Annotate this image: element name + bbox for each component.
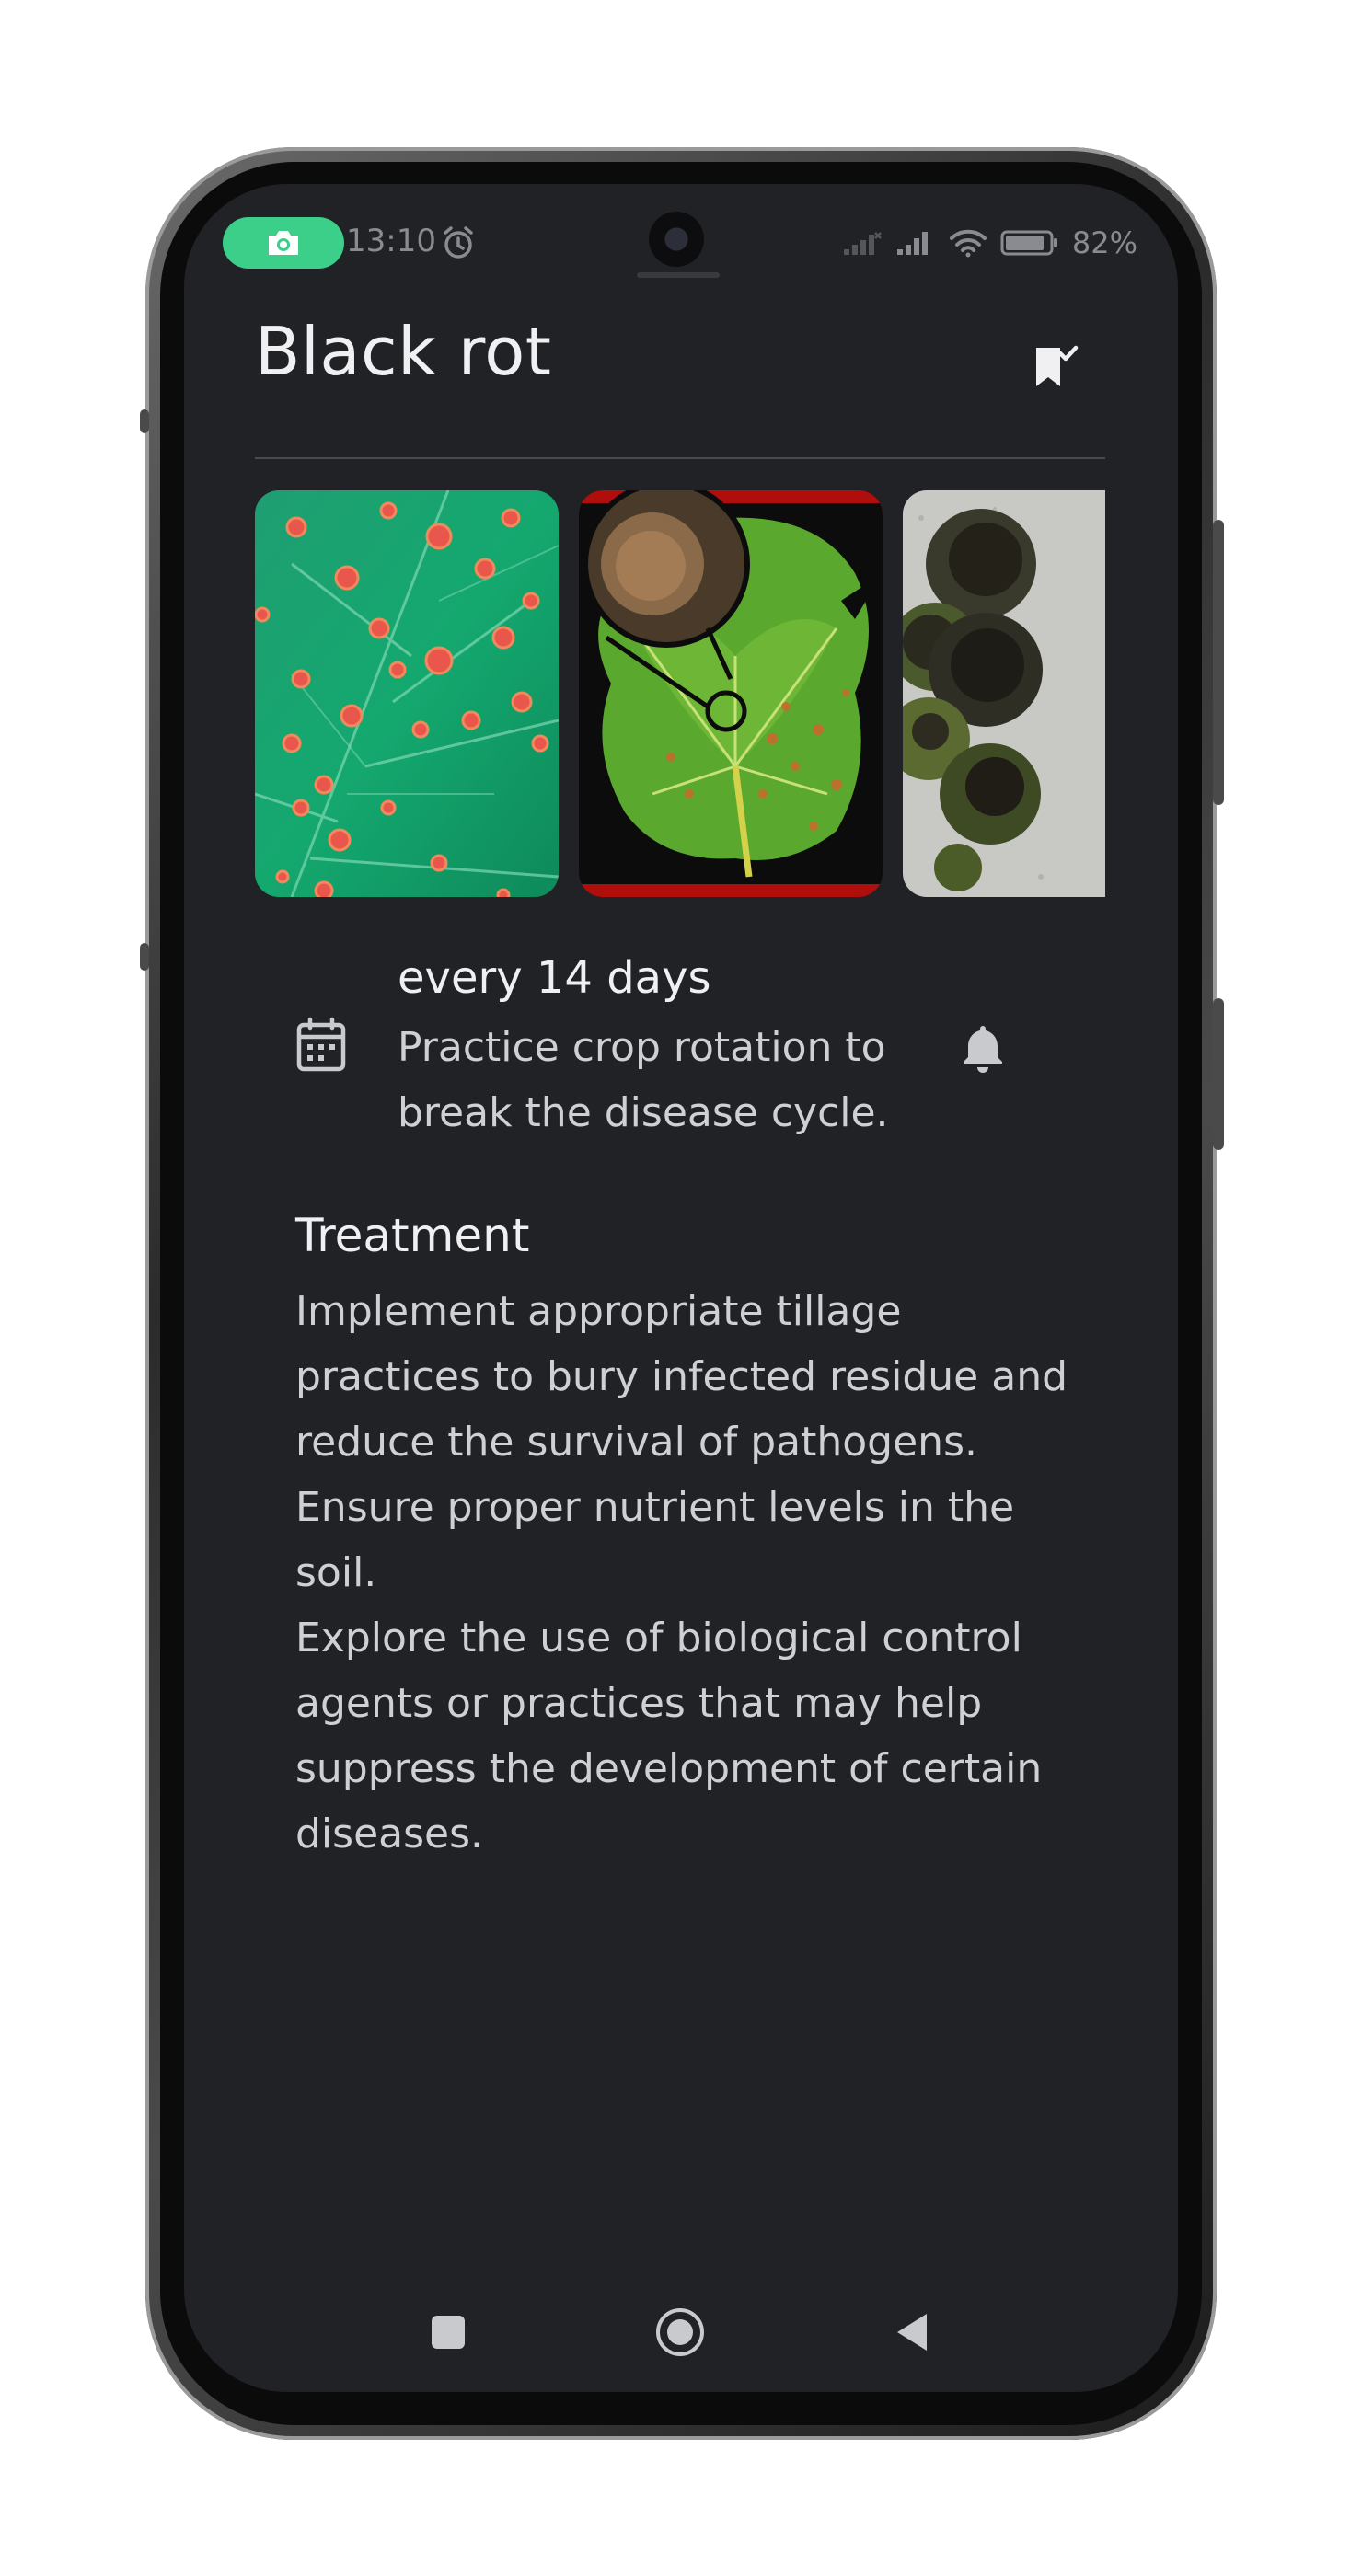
camera-icon: [269, 231, 298, 255]
system-nav-bar: [184, 2291, 1178, 2374]
calendar-icon: [296, 1017, 346, 1072]
back-button[interactable]: [871, 2291, 953, 2374]
wifi-icon: [949, 229, 987, 258]
leaf-lesion-picture: [579, 490, 883, 897]
status-time: 13:10: [346, 223, 436, 259]
power-button: [1213, 520, 1224, 805]
signal-weak-icon: [843, 232, 882, 255]
page-title: Black rot: [255, 313, 552, 390]
header-divider: [255, 457, 1105, 459]
bell-icon: [964, 1026, 1002, 1073]
reminder-button[interactable]: [946, 1011, 1020, 1085]
care-schedule: every 14 days Practice crop rotation to …: [184, 952, 1178, 1155]
leaf-spots-image[interactable]: [255, 490, 559, 897]
signal-icon: [896, 232, 928, 255]
treatment-heading: Treatment: [295, 1209, 530, 1262]
care-tip: Practice crop rotation to break the dise…: [398, 1024, 889, 1136]
app-screen: 13:10 82% Black rot every 14 days Practi…: [184, 184, 1178, 2392]
recents-button[interactable]: [407, 2291, 490, 2374]
treatment-paragraph: Ensure proper nutrient levels in the soi…: [295, 1484, 1015, 1596]
leaf-spots-picture: [255, 490, 559, 897]
left-side-button-lower: [140, 943, 149, 971]
battery-level: 82%: [1071, 225, 1137, 260]
bookmark-button[interactable]: [1018, 329, 1091, 403]
recents-square-icon: [432, 2316, 465, 2349]
status-bar: 13:10 82%: [184, 212, 1178, 278]
back-triangle-icon: [897, 2314, 927, 2351]
status-icons: 82%: [842, 223, 1137, 263]
volume-button: [1213, 998, 1224, 1150]
home-button[interactable]: [639, 2291, 721, 2374]
earpiece: [637, 272, 720, 278]
image-gallery[interactable]: [255, 490, 1105, 897]
black-rot-fruit-image[interactable]: [903, 490, 1105, 897]
bookmark-check-icon: [1036, 345, 1079, 386]
front-camera: [649, 212, 704, 267]
treatment-text: Implement appropriate tillage practices …: [295, 1279, 1087, 1867]
black-rot-fruit-picture: [903, 490, 1105, 897]
treatment-paragraph: Explore the use of biological control ag…: [295, 1615, 1043, 1857]
left-side-button: [140, 409, 149, 433]
treatment-paragraph: Implement appropriate tillage practices …: [295, 1288, 1068, 1466]
alarm-icon: [444, 226, 473, 259]
screen-record-indicator[interactable]: [223, 217, 344, 269]
home-circle-icon: [656, 2308, 704, 2356]
leaf-lesion-magnified-image[interactable]: [579, 490, 883, 897]
care-frequency: every 14 days: [398, 952, 711, 1004]
battery-icon: [1000, 230, 1057, 256]
